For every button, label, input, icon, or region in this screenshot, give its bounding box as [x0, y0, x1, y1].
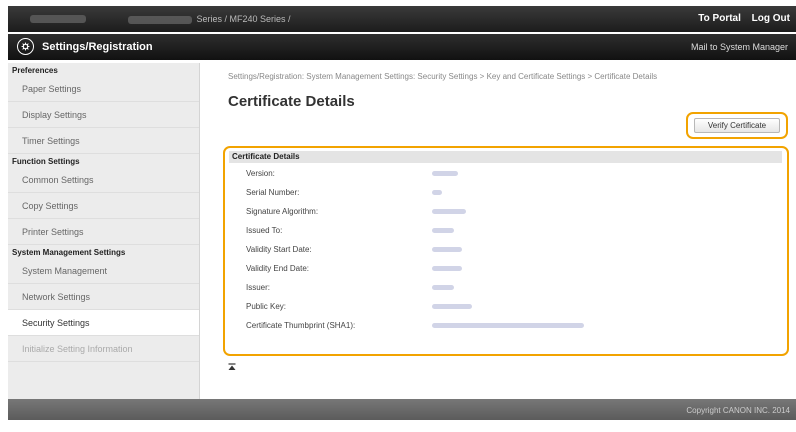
to-portal-link[interactable]: To Portal: [698, 13, 741, 24]
detail-label: Issued To:: [246, 226, 283, 235]
page-section-title: Settings/Registration: [42, 41, 153, 53]
page-title: Certificate Details: [228, 93, 355, 110]
redacted-value: [432, 190, 442, 195]
sidebar-item-paper-settings[interactable]: Paper Settings: [8, 76, 199, 102]
main-content: Settings/Registration: System Management…: [214, 63, 796, 399]
sidebar-heading-function-settings: Function Settings: [12, 157, 80, 166]
header-links: To Portal Log Out: [690, 13, 790, 24]
sidebar-item-system-management[interactable]: System Management: [8, 258, 199, 284]
sidebar-item-display-settings[interactable]: Display Settings: [8, 102, 199, 128]
copyright-text: Copyright CANON INC. 2014: [686, 406, 790, 415]
sidebar-item-network-settings[interactable]: Network Settings: [8, 284, 199, 310]
footer-bar: Copyright CANON INC. 2014: [8, 399, 796, 420]
redacted-value: [432, 247, 462, 252]
detail-label: Certificate Thumbprint (SHA1):: [246, 321, 356, 330]
detail-label: Version:: [246, 169, 275, 178]
redacted-value: [432, 266, 462, 271]
mail-to-system-manager-link[interactable]: Mail to System Manager: [691, 42, 788, 52]
breadcrumb: Settings/Registration: System Management…: [228, 72, 658, 81]
detail-label: Issuer:: [246, 283, 271, 292]
device-name-redacted: [30, 15, 86, 23]
top-header-bar: Series / MF240 Series / To Portal Log Ou…: [8, 6, 796, 32]
sidebar-item-printer-settings[interactable]: Printer Settings: [8, 219, 199, 245]
sidebar-item-copy-settings[interactable]: Copy Settings: [8, 193, 199, 219]
model-series-label: Series / MF240 Series /: [128, 14, 291, 24]
detail-row-signature-algorithm: Signature Algorithm:: [246, 204, 776, 222]
detail-row-validity-start-date: Validity Start Date:: [246, 242, 776, 260]
verify-certificate-button[interactable]: Verify Certificate: [694, 118, 780, 133]
redacted-value: [432, 228, 454, 233]
redacted-text: [128, 15, 192, 24]
redacted-value: [432, 171, 458, 176]
page-bottom: [0, 421, 796, 432]
settings-gear-icon: [17, 38, 34, 55]
sidebar: Preferences Paper Settings Display Setti…: [8, 63, 200, 399]
redacted-value: [432, 304, 472, 309]
detail-row-public-key: Public Key:: [246, 299, 776, 317]
detail-row-validity-end-date: Validity End Date:: [246, 261, 776, 279]
log-out-link[interactable]: Log Out: [752, 13, 790, 24]
certificate-details-heading: Certificate Details: [229, 151, 782, 163]
redacted-value: [432, 323, 584, 328]
model-series-text: Series / MF240 Series /: [196, 14, 291, 24]
detail-row-certificate-thumbprint: Certificate Thumbprint (SHA1):: [246, 318, 776, 336]
scroll-to-top-icon[interactable]: [228, 363, 236, 371]
detail-row-issuer: Issuer:: [246, 280, 776, 298]
certificate-details-highlight: Certificate Details Version: Serial Numb…: [223, 146, 789, 356]
sidebar-heading-preferences: Preferences: [12, 66, 58, 75]
detail-label: Validity End Date:: [246, 264, 309, 273]
settings-title-bar: Settings/Registration Mail to System Man…: [8, 34, 796, 60]
detail-label: Public Key:: [246, 302, 287, 311]
detail-label: Serial Number:: [246, 188, 300, 197]
detail-row-version: Version:: [246, 166, 776, 184]
redacted-value: [432, 209, 466, 214]
sidebar-item-timer-settings[interactable]: Timer Settings: [8, 128, 199, 154]
sidebar-item-common-settings[interactable]: Common Settings: [8, 167, 199, 193]
detail-label: Signature Algorithm:: [246, 207, 319, 216]
detail-label: Validity Start Date:: [246, 245, 312, 254]
verify-certificate-highlight: Verify Certificate: [686, 112, 788, 139]
detail-row-serial-number: Serial Number:: [246, 185, 776, 203]
redacted-value: [432, 285, 454, 290]
sidebar-item-security-settings[interactable]: Security Settings: [8, 310, 199, 336]
sidebar-heading-system-management-settings: System Management Settings: [12, 248, 126, 257]
detail-row-issued-to: Issued To:: [246, 223, 776, 241]
sidebar-item-initialize-setting-information[interactable]: Initialize Setting Information: [8, 336, 199, 362]
